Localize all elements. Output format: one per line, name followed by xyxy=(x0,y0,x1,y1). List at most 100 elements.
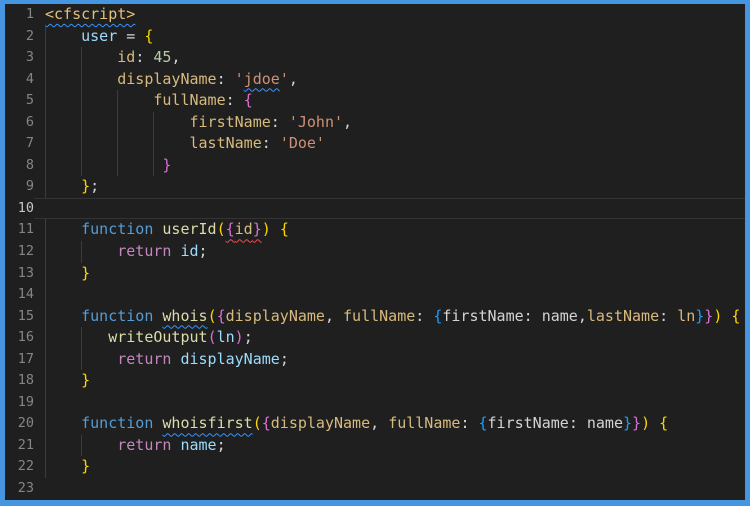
code-line[interactable]: 7 lastName: 'Doe' xyxy=(5,133,745,155)
code-line-content[interactable]: displayName: 'jdoe', xyxy=(34,68,745,91)
indent-guide xyxy=(45,176,46,198)
code-line[interactable]: 9 }; xyxy=(5,176,745,198)
code-line-content[interactable]: fullName: { xyxy=(34,90,745,112)
code-line[interactable]: 3 id: 45, xyxy=(5,47,745,69)
code-line[interactable]: 13 } xyxy=(5,262,745,285)
code-token: return xyxy=(117,435,181,454)
code-token: ( xyxy=(216,220,226,239)
code-line-content[interactable]: }; xyxy=(34,176,745,198)
code-token: : xyxy=(460,414,479,433)
code-token: ln xyxy=(677,306,696,325)
code-line[interactable]: 11 function userId({id}) { xyxy=(5,219,745,242)
code-line[interactable]: 4 displayName: 'jdoe', xyxy=(5,68,745,91)
code-token: fullName xyxy=(388,414,461,433)
code-line[interactable]: 5 fullName: { xyxy=(5,90,745,112)
code-token: } xyxy=(632,414,642,433)
code-line[interactable]: 14 xyxy=(5,284,745,306)
line-number: 13 xyxy=(17,264,34,281)
code-line-content[interactable]: } xyxy=(34,370,745,392)
indent-guide xyxy=(45,434,46,457)
indent-guide xyxy=(153,133,155,155)
indent-guide xyxy=(45,348,46,371)
indentation xyxy=(45,371,81,389)
code-token: ) xyxy=(641,414,651,433)
code-token: } xyxy=(623,414,633,433)
code-line-content[interactable]: lastName: 'Doe' xyxy=(34,133,745,155)
indentation xyxy=(45,328,108,346)
code-token: ( xyxy=(252,414,262,433)
code-line-content[interactable]: firstName: 'John', xyxy=(34,111,745,134)
line-number: 7 xyxy=(25,135,34,152)
code-token: ( xyxy=(207,306,217,325)
indent-guide xyxy=(117,154,119,177)
indentation xyxy=(45,307,81,325)
code-token: displayName xyxy=(225,306,325,325)
indent-guide xyxy=(45,370,46,392)
code-token: displayName xyxy=(270,414,371,433)
code-token: 45 xyxy=(153,48,172,67)
code-line[interactable]: 18 } xyxy=(5,370,745,392)
line-number: 9 xyxy=(25,178,34,195)
code-line[interactable]: 8 } xyxy=(5,154,745,177)
indent-guide xyxy=(45,219,46,242)
code-line[interactable]: 15 function whois({displayName, fullName… xyxy=(5,305,745,328)
code-line[interactable]: 21 return name; xyxy=(5,434,745,457)
code-token: user xyxy=(81,26,118,45)
code-line-content[interactable]: user = { xyxy=(34,25,745,48)
code-line-content[interactable]: function whoisfirst({displayName, fullNa… xyxy=(34,413,745,435)
line-number: 23 xyxy=(17,480,34,497)
code-token: , xyxy=(171,48,181,67)
code-line-content[interactable]: id: 45, xyxy=(34,47,745,69)
code-token: fullName xyxy=(343,306,416,325)
code-line-content[interactable] xyxy=(34,284,745,306)
indent-guide xyxy=(81,241,83,263)
code-line[interactable]: 23 xyxy=(5,478,745,500)
indent-guide xyxy=(81,434,83,457)
line-number: 2 xyxy=(25,27,34,44)
code-token: { xyxy=(659,414,669,433)
indent-guide xyxy=(81,47,83,69)
code-token: ln xyxy=(216,328,235,347)
code-token: ; xyxy=(198,242,208,261)
code-line-content[interactable]: } xyxy=(34,456,745,479)
code-token: } xyxy=(81,177,91,196)
code-editor[interactable]: 1 <cfscript> 2 user = {3 id: 45, 4 displayN… xyxy=(5,4,745,500)
code-line[interactable]: 22 } xyxy=(5,456,745,479)
line-number: 15 xyxy=(17,307,34,324)
indentation xyxy=(45,27,81,45)
code-line-content[interactable]: } xyxy=(34,154,745,177)
code-line[interactable]: 6 firstName: 'John', xyxy=(5,111,745,134)
code-token: lastName xyxy=(586,306,660,325)
line-number: 17 xyxy=(17,350,34,367)
code-line-content[interactable]: } xyxy=(34,262,745,285)
code-token: fullName xyxy=(153,91,226,110)
code-line[interactable]: 12 return id; xyxy=(5,241,745,263)
indent-guide xyxy=(81,348,83,371)
code-line[interactable]: 16 writeOutput(ln); xyxy=(5,327,745,349)
code-token: function xyxy=(81,220,163,239)
code-line[interactable]: 19 xyxy=(5,391,745,414)
code-line-content[interactable]: return displayName; xyxy=(34,348,745,371)
code-line-content[interactable]: function userId({id}) { xyxy=(34,219,745,242)
code-line[interactable]: 20 function whoisfirst({displayName, ful… xyxy=(5,413,745,435)
code-line-content[interactable]: return name; xyxy=(34,434,745,457)
code-line-content[interactable]: <cfscript> xyxy=(34,4,745,26)
code-line[interactable]: 2 user = { xyxy=(5,25,745,48)
code-line-content[interactable] xyxy=(34,391,745,414)
code-token: whois xyxy=(162,306,208,325)
code-line[interactable]: 1 <cfscript> xyxy=(5,4,745,26)
indent-guide xyxy=(45,25,46,48)
code-line-content[interactable]: function whois({displayName, fullName: {… xyxy=(34,305,745,328)
code-token: ; xyxy=(279,349,289,368)
code-line[interactable]: 17 return displayName; xyxy=(5,348,745,371)
line-number: 10 xyxy=(17,199,34,216)
indentation xyxy=(45,156,162,174)
line-number: 1 xyxy=(25,6,34,22)
code-line-content[interactable] xyxy=(34,478,745,500)
code-line-content[interactable]: return id; xyxy=(34,241,745,263)
code-token: ' xyxy=(234,69,244,88)
code-line-content[interactable] xyxy=(34,198,745,220)
code-line-content[interactable]: writeOutput(ln); xyxy=(34,327,745,349)
code-token: : xyxy=(261,134,280,153)
code-line[interactable]: 10 xyxy=(5,198,745,220)
